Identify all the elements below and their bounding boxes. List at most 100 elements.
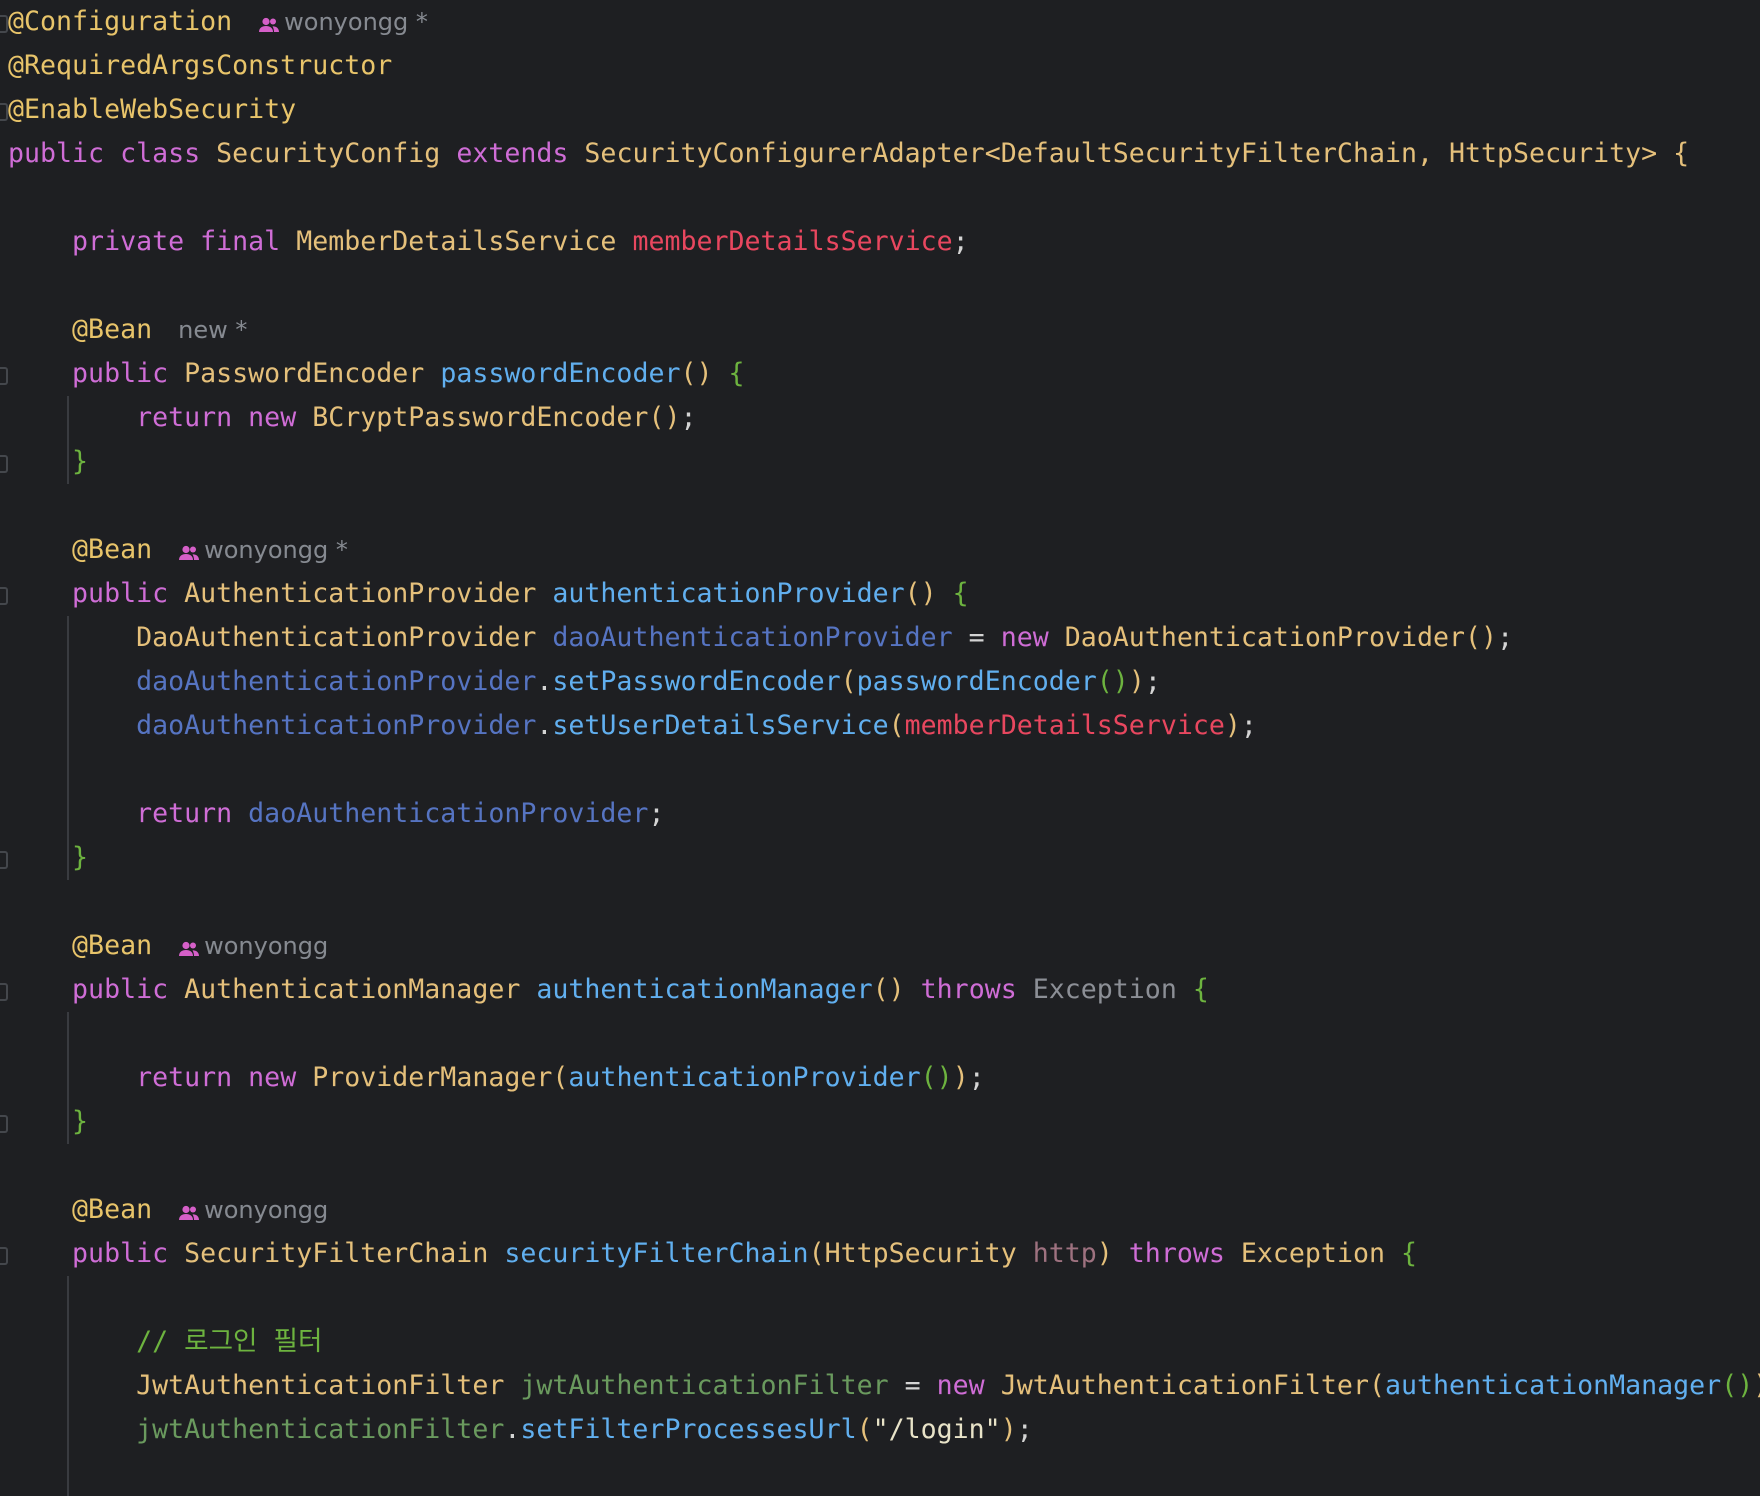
code-token: authenticationManager xyxy=(1384,1370,1722,1401)
code-line[interactable]: daoAuthenticationProvider.setPasswordEnc… xyxy=(8,660,1161,704)
code-token: @Bean xyxy=(72,314,153,345)
code-token: ; xyxy=(1144,666,1161,697)
fold-marker-icon[interactable] xyxy=(0,983,8,1001)
code-token: securityFilterChain xyxy=(504,1238,809,1269)
fold-marker-icon[interactable] xyxy=(0,587,8,605)
code-line[interactable]: @Bean wonyongg xyxy=(8,924,328,968)
code-token: () xyxy=(648,402,681,433)
fold-marker-icon[interactable] xyxy=(0,15,8,33)
code-token: = xyxy=(888,1370,937,1401)
code-line[interactable]: public AuthenticationProvider authentica… xyxy=(8,572,969,616)
code-token: @Bean xyxy=(72,534,153,565)
code-line[interactable]: private final MemberDetailsService membe… xyxy=(8,220,969,264)
code-line[interactable]: jwtAuthenticationFilter.setFilterProcess… xyxy=(8,1408,1033,1452)
code-token: authenticationProvider xyxy=(552,578,905,609)
code-line[interactable]: @Bean wonyongg * xyxy=(8,528,348,572)
code-token: setUserDetailsService xyxy=(552,710,889,741)
code-token: ( xyxy=(1368,1370,1385,1401)
code-token: jwtAuthenticationFilter xyxy=(136,1414,505,1445)
code-line[interactable]: return new BCryptPasswordEncoder(); xyxy=(8,396,696,440)
code-line[interactable]: public PasswordEncoder passwordEncoder()… xyxy=(8,352,745,396)
code-token: ; xyxy=(1016,1414,1033,1445)
code-line[interactable]: // 로그인 필터 xyxy=(8,1320,322,1364)
code-line[interactable]: @EnableWebSecurity xyxy=(8,88,296,132)
code-line[interactable]: } xyxy=(8,440,88,484)
code-line[interactable]: DaoAuthenticationProvider daoAuthenticat… xyxy=(8,616,1513,660)
code-line[interactable]: return new ProviderManager(authenticatio… xyxy=(8,1056,985,1100)
code-token: return xyxy=(136,402,249,433)
fold-marker-icon[interactable] xyxy=(0,1115,8,1133)
code-token: . xyxy=(504,1414,521,1445)
author-inlay-hint[interactable]: new * xyxy=(178,316,247,344)
author-inlay-hint[interactable]: wonyongg * xyxy=(178,536,348,564)
code-token: SecurityConfig xyxy=(216,138,457,169)
fold-marker-icon[interactable] xyxy=(0,367,8,385)
fold-marker-icon[interactable] xyxy=(0,455,8,473)
users-icon xyxy=(178,932,204,960)
code-token: final xyxy=(200,226,297,257)
author-inlay-hint[interactable]: wonyongg xyxy=(178,1196,328,1224)
code-token: authenticationProvider xyxy=(568,1062,921,1093)
code-token: { xyxy=(1192,974,1209,1005)
code-token: ) xyxy=(1753,1370,1760,1401)
code-line[interactable]: JwtAuthenticationFilter jwtAuthenticatio… xyxy=(8,1364,1760,1408)
code-line[interactable]: public AuthenticationManager authenticat… xyxy=(8,968,1209,1012)
code-token: Exception xyxy=(1240,1238,1401,1269)
code-token: ) xyxy=(1128,666,1145,697)
code-token: SecurityConfigurerAdapter<DefaultSecurit… xyxy=(584,138,1674,169)
code-line[interactable]: @RequiredArgsConstructor xyxy=(8,44,392,88)
code-token: ; xyxy=(648,798,665,829)
code-token: throws xyxy=(1128,1238,1241,1269)
code-token: memberDetailsService xyxy=(904,710,1225,741)
code-token: ; xyxy=(968,1062,985,1093)
author-inlay-hint[interactable]: wonyongg xyxy=(178,932,328,960)
users-icon xyxy=(178,1196,204,1224)
code-token: () xyxy=(920,1062,953,1093)
code-line[interactable]: return daoAuthenticationProvider; xyxy=(8,792,664,836)
code-token: // 로그인 필터 xyxy=(136,1326,323,1357)
fold-marker-icon[interactable] xyxy=(0,851,8,869)
code-token: throws xyxy=(920,974,1033,1005)
code-line[interactable]: public SecurityFilterChain securityFilte… xyxy=(8,1232,1417,1276)
code-line[interactable]: public class SecurityConfig extends Secu… xyxy=(8,132,1689,176)
code-token: ( xyxy=(552,1062,569,1093)
code-token: ( xyxy=(840,666,857,697)
code-token: ; xyxy=(1497,622,1514,653)
fold-marker-icon[interactable] xyxy=(0,1247,8,1265)
code-token: @EnableWebSecurity xyxy=(8,94,297,125)
author-name: wonyongg xyxy=(204,932,329,960)
code-line[interactable]: @Bean wonyongg xyxy=(8,1188,328,1232)
author-name: new * xyxy=(178,316,248,344)
users-icon xyxy=(258,8,284,36)
code-token: authenticationManager xyxy=(536,974,873,1005)
code-token: ) xyxy=(952,1062,969,1093)
code-token: BCryptPasswordEncoder xyxy=(312,402,649,433)
code-line[interactable]: @Bean new * xyxy=(8,308,247,352)
code-line[interactable]: } xyxy=(8,1100,88,1144)
code-token: { xyxy=(1400,1238,1417,1269)
author-name: wonyongg * xyxy=(284,8,428,36)
code-token: () xyxy=(904,578,953,609)
code-token: daoAuthenticationProvider xyxy=(248,798,649,829)
author-inlay-hint[interactable]: wonyongg * xyxy=(258,8,428,36)
fold-marker-icon[interactable] xyxy=(0,103,8,121)
code-line[interactable]: daoAuthenticationProvider.setUserDetails… xyxy=(8,704,1257,748)
code-token: @RequiredArgsConstructor xyxy=(8,50,393,81)
code-token: class xyxy=(120,138,217,169)
code-token: } xyxy=(72,1106,89,1137)
code-token: DaoAuthenticationProvider xyxy=(136,622,553,653)
code-token: daoAuthenticationProvider xyxy=(552,622,953,653)
code-token: new xyxy=(248,1062,313,1093)
code-editor[interactable]: @Configuration wonyongg * @RequiredArgsCon… xyxy=(0,0,1760,1496)
code-line[interactable]: } xyxy=(8,836,88,880)
code-line[interactable]: @Configuration wonyongg * xyxy=(8,0,428,44)
code-token: { xyxy=(728,358,745,389)
code-token: () xyxy=(872,974,921,1005)
